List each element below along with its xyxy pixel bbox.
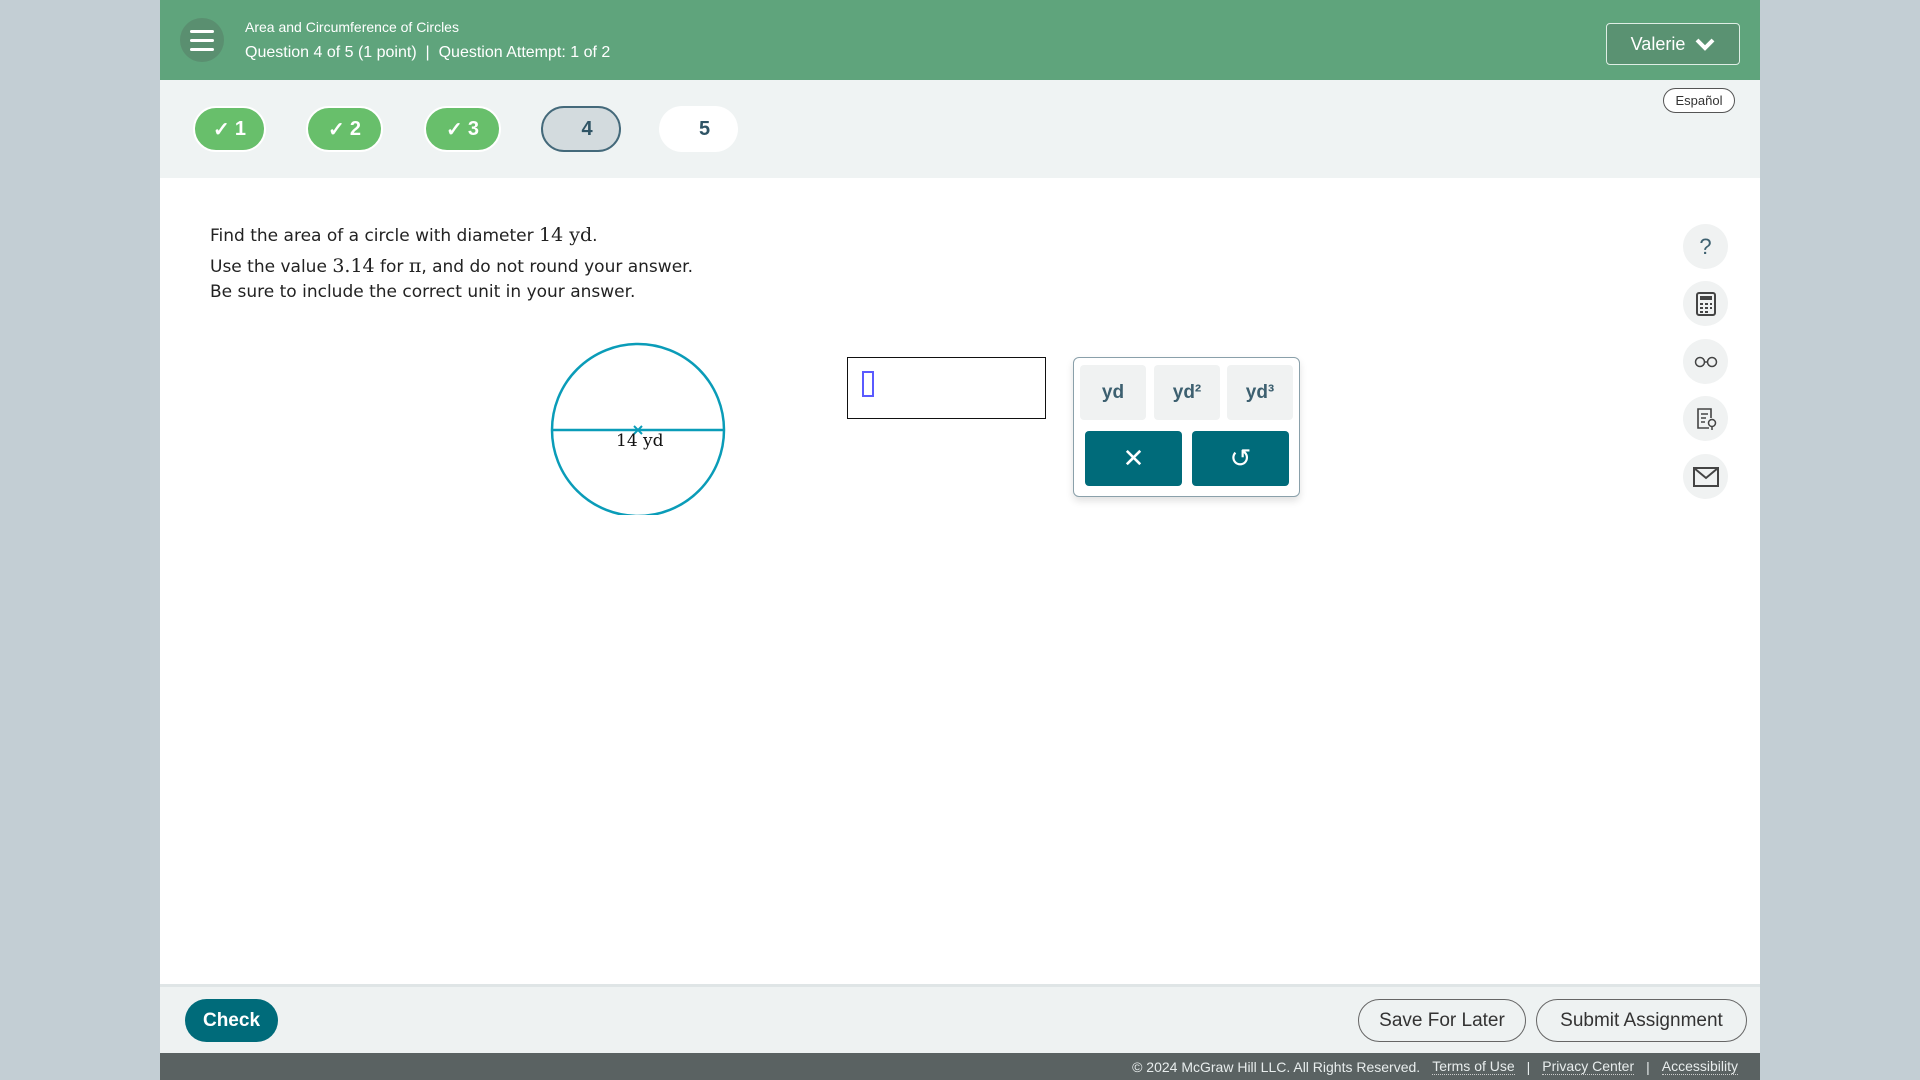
question-4-button[interactable]: 4 — [541, 106, 621, 152]
text: Use the value — [210, 257, 333, 277]
app: Area and Circumference of Circles Questi… — [160, 0, 1760, 1080]
save-for-later-button[interactable]: Save For Later — [1358, 999, 1526, 1042]
text: Find the area of a circle with diameter — [210, 226, 540, 246]
text: . — [592, 226, 598, 246]
label: 5 — [698, 117, 711, 140]
header: Area and Circumference of Circles Questi… — [160, 0, 1760, 80]
check-icon: ✓ — [328, 118, 345, 141]
message-button[interactable] — [1683, 454, 1728, 499]
check-icon: ✓ — [446, 118, 463, 141]
espanol-button[interactable]: Español — [1663, 88, 1735, 113]
check-button[interactable]: Check — [185, 999, 278, 1042]
help-icon: ? — [1699, 233, 1712, 259]
submit-assignment-button[interactable]: Submit Assignment — [1536, 999, 1747, 1042]
circle-diagram: 14 yd — [550, 342, 726, 515]
separator: | — [1526, 1058, 1531, 1075]
unit-palette: yd yd² yd³ ✕ ↺ — [1073, 357, 1300, 497]
calculator-button[interactable] — [1683, 281, 1728, 326]
hints-button[interactable] — [1683, 396, 1728, 441]
label: 3 — [467, 117, 479, 140]
question-number: Question 4 of 5 (1 point) — [245, 44, 417, 61]
unit-yd3-button[interactable]: yd³ — [1227, 365, 1293, 420]
diameter-label: 14 yd — [616, 431, 664, 451]
mail-icon — [1692, 466, 1719, 487]
bottom-bar: Check Save For Later Submit Assignment — [160, 984, 1760, 1053]
question-5-button[interactable]: 5 — [659, 106, 738, 152]
cursor-icon — [862, 371, 874, 397]
unit-yd-button[interactable]: yd — [1080, 365, 1146, 420]
user-menu-button[interactable]: Valerie — [1606, 23, 1740, 65]
math: π — [408, 255, 422, 277]
footer: © 2024 McGraw Hill LLC. All Rights Reser… — [160, 1053, 1760, 1080]
text: , and do not round your answer. — [421, 257, 693, 277]
question-1-button[interactable]: ✓ 1 — [193, 106, 266, 152]
close-icon: ✕ — [1122, 443, 1145, 473]
copyright: © 2024 McGraw Hill LLC. All Rights Reser… — [1132, 1058, 1421, 1075]
clear-button[interactable]: ✕ — [1085, 431, 1182, 486]
label: 1 — [234, 117, 246, 140]
attempt-info: Question Attempt: 1 of 2 — [438, 44, 611, 61]
accessibility-link[interactable]: Accessibility — [1661, 1058, 1738, 1075]
undo-button[interactable]: ↺ — [1192, 431, 1289, 486]
check-icon: ✓ — [213, 118, 230, 141]
undo-icon: ↺ — [1229, 443, 1252, 473]
label: 4 — [581, 117, 593, 140]
reader-button[interactable] — [1683, 339, 1728, 384]
separator: | — [425, 44, 430, 61]
math: 14 yd — [539, 224, 593, 246]
math: 3.14 — [332, 255, 375, 277]
question-text: Find the area of a circle with diameter … — [210, 220, 693, 307]
question-info: Question 4 of 5 (1 point) | Question Att… — [245, 44, 610, 62]
question-2-button[interactable]: ✓ 2 — [306, 106, 383, 152]
text: Be sure to include the correct unit in y… — [210, 282, 636, 302]
chevron-down-icon — [1695, 38, 1715, 51]
separator: | — [1646, 1058, 1650, 1075]
user-name: Valerie — [1630, 33, 1686, 54]
privacy-link[interactable]: Privacy Center — [1542, 1058, 1635, 1075]
unit-yd2-button[interactable]: yd² — [1154, 365, 1220, 420]
answer-input[interactable] — [847, 357, 1046, 419]
notes-icon — [1696, 407, 1716, 430]
question-3-button[interactable]: ✓ 3 — [424, 106, 501, 152]
help-button[interactable]: ? — [1683, 224, 1728, 269]
text: for — [374, 257, 409, 277]
label: 2 — [349, 117, 361, 140]
assignment-title: Area and Circumference of Circles — [245, 19, 459, 35]
question-nav: ✓ 1 ✓ 2 ✓ 3 4 5 Español — [160, 80, 1760, 178]
calculator-icon — [1695, 291, 1716, 316]
terms-link[interactable]: Terms of Use — [1432, 1058, 1515, 1075]
menu-icon[interactable] — [180, 18, 224, 62]
glasses-icon — [1694, 356, 1717, 367]
